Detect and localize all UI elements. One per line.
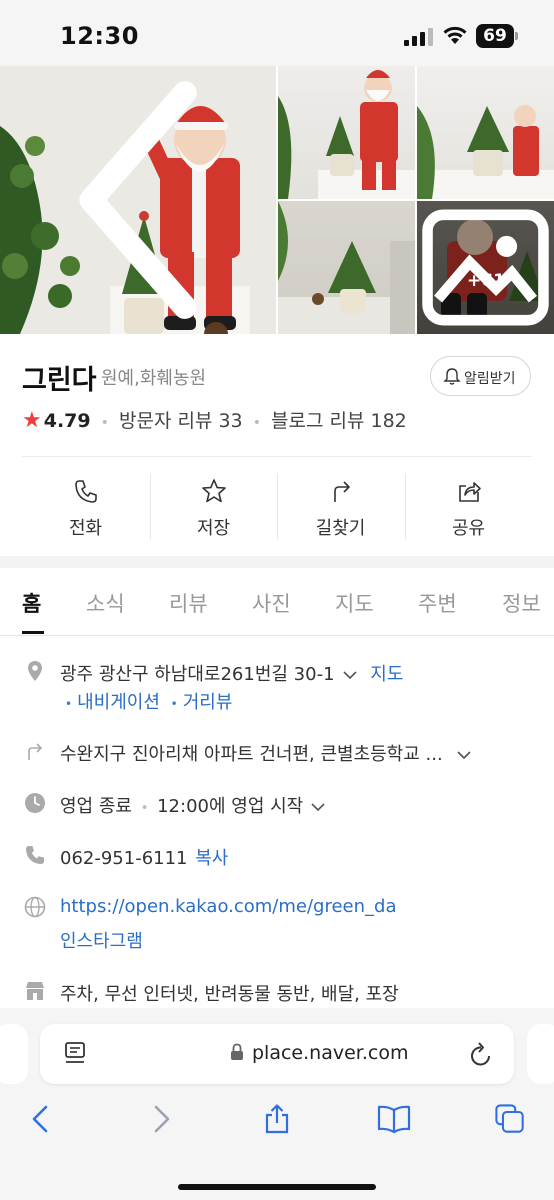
browser-toolbar: place.naver.com xyxy=(0,1008,554,1200)
back-icon[interactable] xyxy=(26,1104,56,1134)
rating-score: 4.79 xyxy=(43,410,91,432)
page-menu-icon[interactable] xyxy=(64,1041,86,1067)
map-link[interactable]: 지도 xyxy=(370,664,403,685)
hours-next: 12:00에 영업 시작 xyxy=(157,796,304,817)
hours-status: 영업 종료 xyxy=(60,796,132,817)
street-view-link[interactable]: 거리뷰 xyxy=(183,692,233,713)
directions-hint-icon xyxy=(28,743,43,760)
bookmarks-icon[interactable] xyxy=(376,1104,412,1134)
tab-photos[interactable]: 사진 xyxy=(252,588,291,618)
copy-phone-link[interactable]: 복사 xyxy=(195,848,228,869)
tree-pot-thumb-image xyxy=(278,201,415,334)
chevron-down-icon[interactable] xyxy=(457,750,471,760)
navigation-link[interactable]: 내비게이션 xyxy=(77,692,160,713)
divider xyxy=(22,456,532,457)
save-label: 저장 xyxy=(196,518,231,539)
tab-info[interactable]: 정보 xyxy=(502,588,541,618)
directions-button[interactable]: 길찾기 xyxy=(277,466,404,546)
lock-icon xyxy=(231,1043,243,1060)
battery-level: 69 xyxy=(476,24,514,48)
star-icon xyxy=(201,479,226,503)
tab-bar: 홈 소식 리뷰 사진 지도 주변 정보 xyxy=(0,568,554,636)
phone-number[interactable]: 062-951-6111 xyxy=(60,848,188,869)
rating-star-icon: ★ xyxy=(22,408,42,433)
alarm-subscribe-button[interactable]: 알림받기 xyxy=(430,356,531,396)
directions-label: 길찾기 xyxy=(315,518,366,539)
next-tab-peek[interactable] xyxy=(527,1024,554,1084)
share-label: 공유 xyxy=(451,518,486,539)
section-band xyxy=(0,556,554,568)
share-icon xyxy=(458,482,481,502)
globe-icon xyxy=(24,896,46,918)
tab-news[interactable]: 소식 xyxy=(86,588,125,618)
save-button[interactable]: 저장 xyxy=(150,466,277,546)
phone-icon xyxy=(74,480,97,503)
photo-gallery[interactable]: my +61 xyxy=(0,66,554,334)
hours-row[interactable]: 영업 종료 • 12:00에 영업 시작 xyxy=(60,792,325,818)
store-icon xyxy=(26,982,44,1000)
status-time: 12:30 xyxy=(60,22,139,50)
amenities-text: 주차, 무선 인터넷, 반려동물 동반, 배달, 포장 xyxy=(60,984,399,1005)
photo-more[interactable]: +61 xyxy=(417,201,554,334)
directions-hint-row[interactable]: 수완지구 진아리채 아파트 건너편, 큰별초등학교 ... xyxy=(60,740,471,766)
active-tab-indicator xyxy=(22,631,44,634)
photo-thumb-2[interactable]: my xyxy=(417,66,554,199)
action-bar: 전화 저장 길찾기 공유 xyxy=(22,466,532,546)
photo-thumb-1[interactable] xyxy=(278,66,415,199)
prev-tab-peek[interactable] xyxy=(0,1024,28,1084)
reload-icon[interactable] xyxy=(468,1040,494,1068)
photo-thumb-3[interactable] xyxy=(278,201,415,334)
blog-reviews-link[interactable]: 블로그 리뷰 182 xyxy=(271,410,407,432)
tab-nearby[interactable]: 주변 xyxy=(418,588,457,618)
photo-main[interactable] xyxy=(0,66,276,334)
cellular-signal-icon xyxy=(404,28,433,46)
visitor-reviews-link[interactable]: 방문자 리뷰 33 xyxy=(119,410,243,432)
tab-home[interactable]: 홈 xyxy=(22,588,41,618)
chevron-down-icon[interactable] xyxy=(342,670,357,680)
santa-tree-thumb-image xyxy=(417,105,554,199)
more-photos-count: +61 xyxy=(467,271,505,291)
battery-icon: 69 xyxy=(476,24,518,48)
tabs-icon[interactable] xyxy=(494,1104,526,1134)
website-link[interactable]: https://open.kakao.com/me/green_da xyxy=(60,896,396,917)
instagram-link[interactable]: 인스타그램 xyxy=(60,927,143,953)
phone-row: 062-951-6111 복사 xyxy=(60,844,228,870)
address-sub-links: • 내비게이션 • 거리뷰 xyxy=(65,692,233,713)
call-button[interactable]: 전화 xyxy=(22,466,149,546)
address-row: 광주 광산구 하남대로261번길 30-1 지도 xyxy=(60,660,403,686)
address-bar[interactable]: place.naver.com xyxy=(40,1024,514,1084)
place-name: 그린다 xyxy=(22,365,97,396)
clock-icon xyxy=(25,793,45,813)
back-arrow-icon[interactable] xyxy=(0,66,276,334)
address-text: 광주 광산구 하남대로261번길 30-1 xyxy=(60,664,335,685)
rating-row: ★ 4.79 • 방문자 리뷰 33 • 블로그 리뷰 182 xyxy=(22,408,407,433)
forward-icon[interactable] xyxy=(146,1104,176,1134)
santa-thumb-image xyxy=(278,70,415,199)
home-indicator xyxy=(178,1184,376,1190)
phone-small-icon xyxy=(26,846,44,864)
alarm-label: 알림받기 xyxy=(464,371,516,387)
chevron-down-icon[interactable] xyxy=(311,802,325,812)
tab-reviews[interactable]: 리뷰 xyxy=(169,588,208,618)
share-button[interactable]: 공유 xyxy=(405,466,532,546)
call-label: 전화 xyxy=(68,518,103,539)
location-pin-icon xyxy=(28,661,42,681)
place-category: 원예,화훼농원 xyxy=(101,368,207,389)
directions-hint-text: 수완지구 진아리채 아파트 건너편, 큰별초등학교 ... xyxy=(60,744,443,765)
status-bar: 12:30 69 xyxy=(0,0,554,66)
url-text[interactable]: place.naver.com xyxy=(252,1042,408,1064)
share-sheet-icon[interactable] xyxy=(262,1104,292,1134)
directions-icon xyxy=(333,481,350,502)
tab-map[interactable]: 지도 xyxy=(335,588,374,618)
bell-icon xyxy=(443,368,461,385)
photo-gallery-icon xyxy=(422,209,549,326)
wifi-icon xyxy=(443,26,467,44)
